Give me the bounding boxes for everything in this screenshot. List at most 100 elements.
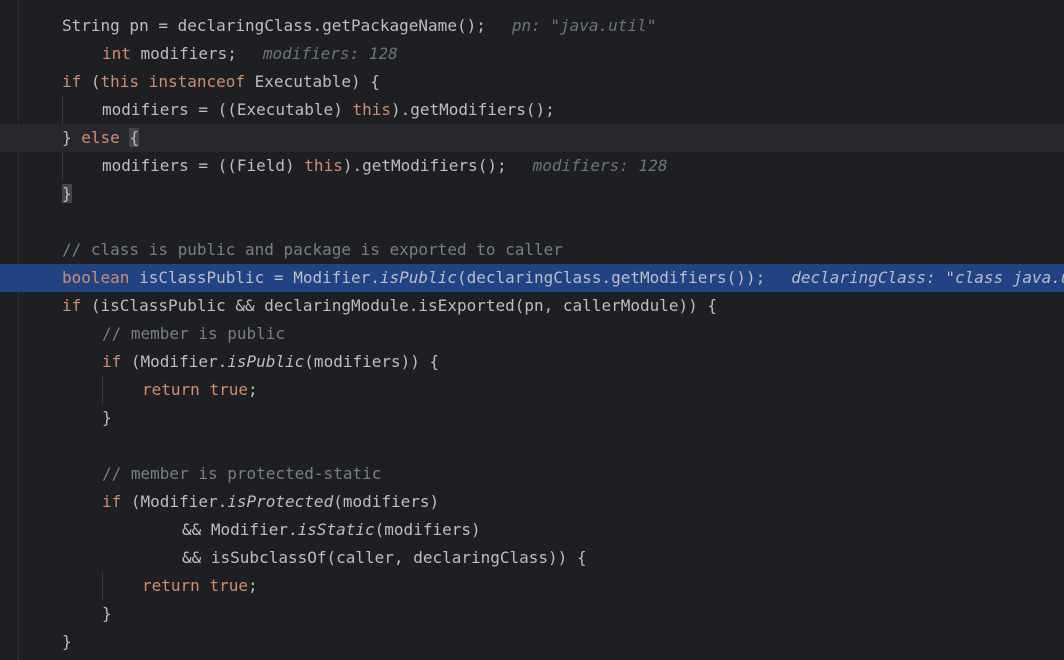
code-token: } — [102, 604, 112, 623]
code-line[interactable]: modifiers = ((Field) this).getModifiers(… — [0, 152, 1064, 180]
code-line[interactable]: // class is public and package is export… — [0, 236, 1064, 264]
indent-guide — [102, 572, 103, 600]
code-text: // member is public — [102, 320, 285, 348]
code-token: ).getModifiers(); — [342, 156, 507, 175]
code-line[interactable]: modifiers = ((Executable) this).getModif… — [0, 96, 1064, 124]
indent-guide — [62, 96, 63, 124]
keyword-token: true — [209, 576, 248, 595]
keyword-token: int — [102, 44, 131, 63]
code-text: } — [102, 600, 112, 628]
code-text: return true; — [142, 376, 258, 404]
code-line[interactable]: } — [0, 180, 1064, 208]
code-token: } — [62, 632, 72, 651]
code-text: // member is protected-static — [102, 460, 381, 488]
code-line[interactable]: } — [0, 404, 1064, 432]
indent-guide — [62, 152, 63, 180]
comment-token: // member is protected-static — [102, 464, 382, 483]
inline-debug-value: declaringClass: "class java.util.Collect… — [791, 268, 1064, 287]
code-token: (modifiers)) { — [304, 352, 440, 371]
comment-token: // member is public — [102, 324, 286, 343]
code-text: // class is public and package is export… — [62, 236, 563, 264]
code-text: } — [62, 628, 72, 656]
code-text: } — [62, 180, 72, 208]
keyword-token: else — [81, 128, 120, 147]
code-text: int modifiers; modifiers: 128 — [102, 40, 398, 68]
code-text: && isSubclassOf(caller, declaringClass))… — [182, 544, 587, 572]
keyword-token: if — [62, 296, 82, 315]
keyword-token: if — [102, 492, 122, 511]
code-line[interactable]: if (Modifier.isProtected(modifiers) — [0, 488, 1064, 516]
code-token: ( — [81, 72, 101, 91]
indent-guide — [102, 376, 103, 404]
keyword-token: boolean — [62, 268, 130, 287]
code-text: if (Modifier.isProtected(modifiers) — [102, 488, 439, 516]
code-token: modifiers; — [130, 44, 237, 63]
code-text: if (isClassPublic && declaringModule.isE… — [62, 292, 717, 320]
comment-token: // class is public and package is export… — [62, 240, 563, 259]
code-line[interactable]: return true; — [0, 376, 1064, 404]
code-line[interactable]: && isSubclassOf(caller, declaringClass))… — [0, 544, 1064, 572]
keyword-token: instanceof — [148, 72, 246, 91]
code-line[interactable]: && Modifier.isStatic(modifiers) — [0, 516, 1064, 544]
code-line[interactable]: // member is protected-static — [0, 460, 1064, 488]
code-text: modifiers = ((Executable) this).getModif… — [102, 96, 555, 124]
code-token: ; — [247, 576, 258, 595]
code-token: modifiers = ((Executable) — [102, 100, 353, 119]
code-token: modifiers = ((Field) — [102, 156, 305, 175]
static-method-token: isPublic — [227, 352, 305, 371]
code-token: } — [62, 128, 82, 147]
code-token: (declaringClass.getModifiers()); — [456, 268, 766, 287]
code-text: if (Modifier.isPublic(modifiers)) { — [102, 348, 439, 376]
code-text: modifiers = ((Field) this).getModifiers(… — [102, 152, 667, 180]
brace-match-token: } — [62, 184, 72, 203]
code-text: return true; — [142, 572, 258, 600]
code-text: } — [102, 404, 112, 432]
code-token: ; — [247, 380, 258, 399]
code-token: (modifiers) — [374, 520, 481, 539]
code-line[interactable]: } — [0, 600, 1064, 628]
inline-debug-value: modifiers: 128 — [532, 156, 668, 175]
keyword-token: if — [102, 352, 122, 371]
code-token: isClassPublic = Modifier. — [129, 268, 380, 287]
code-token: (Modifier. — [121, 492, 228, 511]
code-token: && isSubclassOf(caller, declaringClass))… — [182, 548, 587, 567]
code-token: (Modifier. — [121, 352, 228, 371]
keyword-token: return — [142, 576, 200, 595]
static-method-token: isPublic — [379, 268, 457, 287]
code-editor[interactable]: String pn = declaringClass.getPackageNam… — [0, 0, 1064, 660]
code-token: Executable) { — [245, 72, 380, 91]
inline-debug-value: modifiers: 128 — [262, 44, 398, 63]
code-line[interactable]: int modifiers; modifiers: 128 — [0, 40, 1064, 68]
code-line[interactable]: String pn = declaringClass.getPackageNam… — [0, 12, 1064, 40]
code-line[interactable]: } — [0, 628, 1064, 656]
inline-debug-value: pn: "java.util" — [511, 16, 657, 35]
code-line[interactable]: if (Modifier.isPublic(modifiers)) { — [0, 348, 1064, 376]
brace-match-token: { — [129, 128, 140, 147]
code-text: boolean isClassPublic = Modifier.isPubli… — [62, 264, 1064, 292]
keyword-token: this — [100, 72, 140, 91]
code-line[interactable]: // member is public — [0, 320, 1064, 348]
code-token: && Modifier. — [182, 520, 298, 539]
code-text: && Modifier.isStatic(modifiers) — [182, 516, 481, 544]
code-token: ).getModifiers(); — [390, 100, 555, 119]
keyword-token: if — [62, 72, 82, 91]
static-method-token: isProtected — [227, 492, 334, 511]
code-text: if (this instanceof Executable) { — [62, 68, 380, 96]
code-line[interactable]: } else { — [0, 124, 1064, 152]
code-line[interactable] — [0, 432, 1064, 460]
keyword-token: true — [209, 380, 248, 399]
code-line[interactable] — [0, 208, 1064, 236]
code-line[interactable]: return true; — [0, 572, 1064, 600]
keyword-token: return — [142, 380, 200, 399]
code-line[interactable]: if (this instanceof Executable) { — [0, 68, 1064, 96]
code-token: (isClassPublic && declaringModule.isExpo… — [81, 296, 718, 315]
keyword-token: this — [304, 156, 343, 175]
code-token: String pn = declaringClass.getPackageNam… — [62, 16, 486, 35]
code-line[interactable]: if (isClassPublic && declaringModule.isE… — [0, 292, 1064, 320]
code-line[interactable]: boolean isClassPublic = Modifier.isPubli… — [0, 264, 1064, 292]
code-token: (modifiers) — [333, 492, 440, 511]
